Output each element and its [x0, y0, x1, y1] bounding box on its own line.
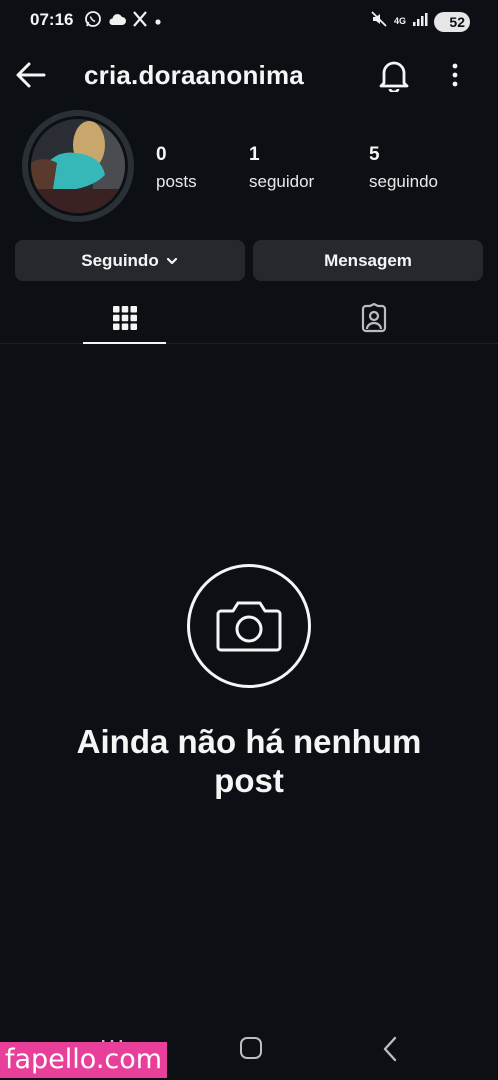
following-stat[interactable]: 5 seguindo: [369, 144, 438, 192]
camera-icon: [216, 601, 282, 652]
mute-icon: [370, 10, 388, 33]
chevron-left-icon: [383, 1036, 397, 1062]
posts-label: posts: [156, 172, 197, 191]
chevron-down-icon: [166, 257, 177, 264]
avatar-ring[interactable]: [22, 110, 134, 222]
tab-tagged[interactable]: [332, 292, 415, 344]
battery-level: 52: [449, 13, 465, 30]
status-bar: 07:16 4G 52: [0, 0, 498, 40]
watermark: fapello.com: [0, 1042, 168, 1078]
back-button[interactable]: [14, 58, 48, 92]
message-button[interactable]: Mensagem: [253, 240, 483, 281]
posts-count: 0: [156, 144, 167, 165]
system-back-button[interactable]: [380, 1034, 400, 1064]
signal-icon: [412, 12, 428, 31]
following-button-label: Seguindo: [81, 250, 159, 270]
following-count: 5: [369, 144, 380, 165]
tagged-person-icon: [361, 303, 386, 333]
following-label: seguindo: [369, 172, 439, 191]
arrow-left-icon: [16, 62, 46, 88]
notification-icons: [84, 10, 162, 33]
avatar: [28, 116, 128, 216]
message-button-label: Mensagem: [324, 250, 412, 270]
home-button[interactable]: [240, 1037, 262, 1059]
empty-state-circle: [187, 564, 311, 688]
grid-icon: [112, 306, 137, 330]
bell-icon: [379, 61, 409, 94]
profile-username: cria.doraanonima: [84, 60, 304, 90]
whatsapp-icon: [84, 10, 102, 33]
cloud-icon: [108, 12, 126, 31]
posts-stat[interactable]: 0 posts: [156, 144, 197, 192]
followers-label: seguidor: [249, 172, 315, 191]
tab-grid[interactable]: [83, 292, 166, 344]
active-tab-indicator: [83, 342, 166, 344]
x-icon: [132, 11, 148, 32]
notifications-button[interactable]: [378, 58, 410, 94]
followers-count: 1: [249, 144, 260, 165]
followers-stat[interactable]: 1 seguidor: [249, 144, 314, 192]
system-icons: 4G 52: [370, 10, 470, 33]
following-button[interactable]: Seguindo: [15, 240, 245, 281]
more-vertical-icon: [452, 63, 458, 87]
status-time: 07:16: [30, 10, 74, 29]
profile-screen: 07:16 4G 52 cria.doraanonima 0 posts 1 s…: [0, 0, 498, 1080]
empty-state-title: Ainda não há nenhum post: [76, 723, 422, 799]
top-nav: cria.doraanonima: [0, 48, 498, 100]
dot-icon: [154, 13, 162, 31]
profile-tabs: [0, 292, 498, 344]
network-type: 4G: [393, 16, 406, 26]
more-options-button[interactable]: [444, 58, 466, 92]
battery-indicator: 52: [434, 11, 470, 32]
